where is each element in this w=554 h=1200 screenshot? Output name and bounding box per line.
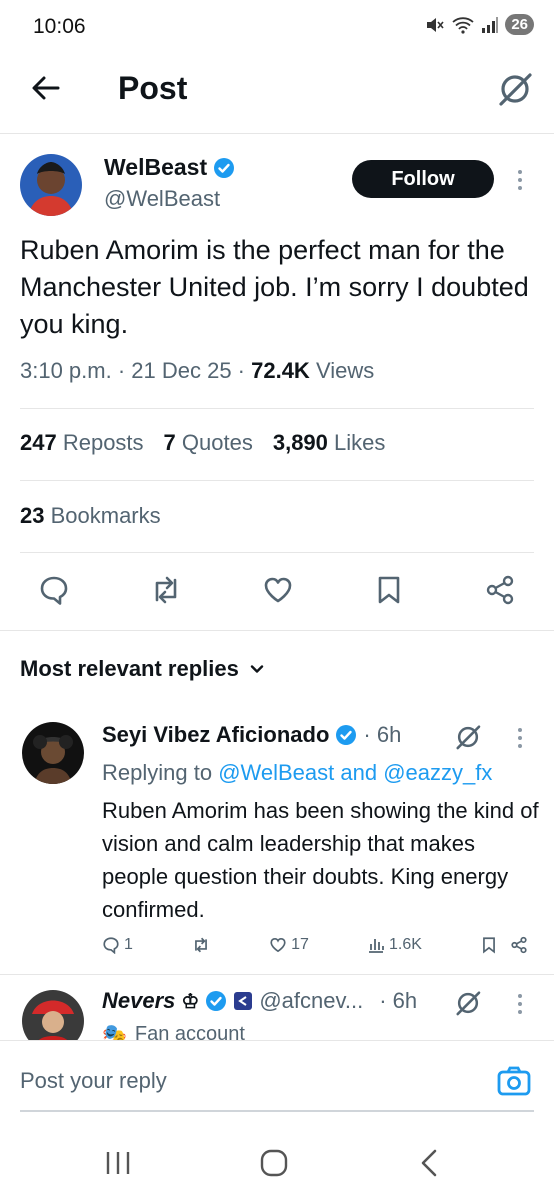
reply2-more-icon[interactable] [518, 994, 522, 1014]
reply-icon [103, 937, 119, 954]
repost-icon[interactable] [149, 574, 183, 606]
likes-stat[interactable]: 3,890 Likes [273, 430, 386, 456]
author-name-row[interactable]: WelBeast [104, 154, 235, 181]
bookmarks-divider [20, 552, 534, 553]
reply-views-action[interactable]: 1.6K [367, 936, 422, 954]
verified-badge-icon [206, 991, 227, 1011]
reposts-stat[interactable]: 247 Reposts [20, 430, 144, 456]
replies-sort-label: Most relevant replies [20, 656, 239, 681]
tweet-meta: 3:10 p.m. · 21 Dec 25 · 72.4K Views [20, 358, 374, 384]
recent-apps-icon[interactable] [104, 1150, 132, 1176]
mute-icon [427, 17, 444, 32]
views-count: 72.4K [251, 358, 310, 383]
author-avatar[interactable] [20, 154, 82, 216]
repost-icon[interactable] [191, 936, 211, 954]
reply-icon[interactable] [38, 574, 70, 606]
bookmarks-stat[interactable]: 23 Bookmarks [20, 503, 161, 529]
reply2-author-row[interactable]: Nevers ♔ @afcnev... · 6h [102, 988, 417, 1014]
status-time: 10:06 [33, 15, 86, 38]
chevron-down-icon [250, 665, 264, 673]
tweet-text: Ruben Amorim is the perfect man for the … [20, 235, 529, 339]
status-icons: 26 [425, 14, 534, 35]
reply-divider [0, 974, 554, 975]
reply-input[interactable]: Post your reply [20, 1068, 167, 1094]
reply-underline [20, 1110, 534, 1112]
share-icon[interactable] [510, 936, 528, 954]
reply-more-icon[interactable] [518, 728, 522, 748]
reply-author-row[interactable]: Seyi Vibez Aficionado · 6h [102, 722, 401, 748]
reply-avatar[interactable] [22, 722, 84, 784]
quotes-stat[interactable]: 7 Quotes [164, 430, 253, 456]
replying-handles[interactable]: @WelBeast and @eazzy_fx [218, 760, 492, 785]
engagement-stats: 247 Reposts 7 Quotes 3,890 Likes [20, 430, 385, 456]
more-options-icon[interactable] [518, 170, 522, 190]
bookmark-icon[interactable] [373, 574, 405, 606]
reply-bookmark-share [480, 936, 528, 954]
reply-reply-action[interactable]: 1 [102, 936, 133, 954]
bookmark-icon[interactable] [480, 936, 498, 954]
verified-badge-icon [336, 725, 357, 745]
replies-sort-dropdown[interactable]: Most relevant replies [20, 656, 265, 682]
camera-icon[interactable] [496, 1064, 532, 1100]
views-icon [368, 939, 384, 953]
chess-king-icon: ♔ [181, 990, 200, 1013]
views-label: Views [309, 358, 375, 383]
author-handle[interactable]: @WelBeast [104, 186, 220, 212]
author-name[interactable]: WelBeast [104, 154, 207, 181]
tweet-timestamp: 3:10 p.m. · 21 Dec 25 · [20, 358, 252, 383]
follow-button[interactable]: Follow [352, 160, 494, 198]
back-arrow-icon[interactable] [30, 72, 62, 104]
reply-author-name[interactable]: Seyi Vibez Aficionado [102, 722, 329, 748]
reply2-time: · 6h [379, 988, 418, 1013]
reply-like-action[interactable]: 17 [269, 936, 309, 954]
grok-icon[interactable] [454, 989, 482, 1017]
header-divider [0, 133, 554, 134]
like-icon [270, 937, 286, 953]
verified-badge-icon [214, 157, 235, 178]
home-icon[interactable] [260, 1149, 288, 1177]
reply-text: Ruben Amorim has been showing the kind o… [102, 798, 539, 922]
system-nav-bar [0, 1120, 554, 1200]
grok-icon[interactable] [496, 70, 534, 108]
wifi-icon [452, 16, 474, 34]
like-icon[interactable] [262, 574, 294, 606]
signal-icon [482, 16, 499, 33]
page-title: Post [118, 70, 188, 106]
reply-time: · 6h [363, 722, 402, 747]
meta-divider [20, 408, 534, 409]
back-icon[interactable] [418, 1149, 440, 1177]
replying-to: Replying to @WelBeast and @eazzy_fx [102, 760, 493, 785]
grok-icon[interactable] [454, 723, 482, 751]
actions-divider [0, 630, 554, 631]
reply2-handle[interactable]: @afcnev... [259, 988, 363, 1014]
affiliate-badge-icon [234, 992, 253, 1010]
reply-actions: 1 17 1.6K [102, 936, 528, 954]
battery-indicator: 26 [505, 14, 534, 35]
tweet-actions [38, 574, 516, 606]
stats-divider [20, 480, 534, 481]
share-icon[interactable] [484, 574, 516, 606]
reply2-author-name[interactable]: Nevers [102, 988, 175, 1014]
